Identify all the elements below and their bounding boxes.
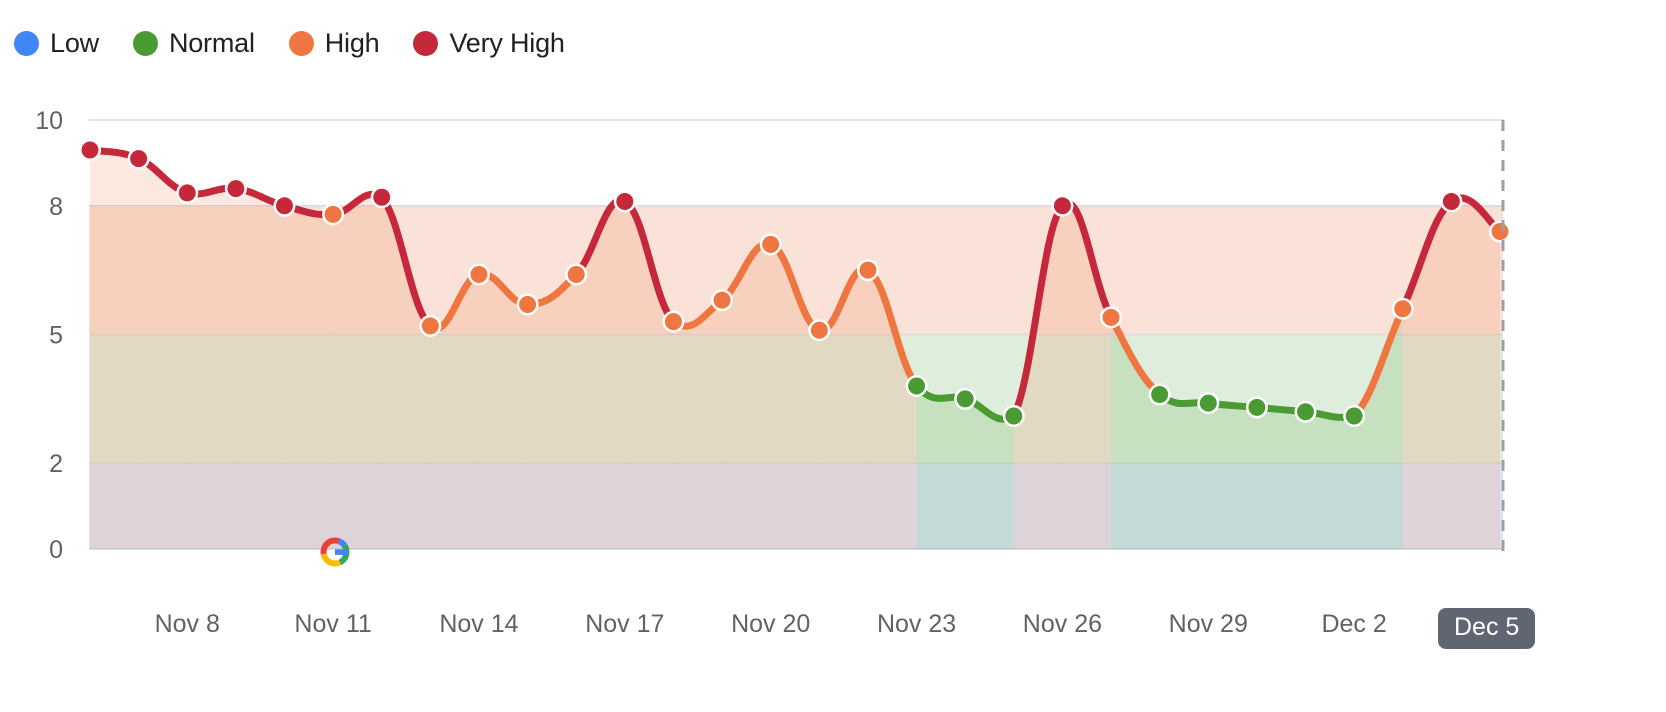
y-axis-labels: 0 2 5 8 10 — [35, 107, 63, 564]
data-point[interactable]: Nov 28: 3.6 — [1151, 386, 1169, 404]
today-date-badge[interactable]: Dec 5 — [1438, 608, 1536, 649]
area-segment — [333, 194, 382, 549]
area-segment — [187, 188, 236, 549]
area-segment — [1256, 407, 1306, 549]
x-axis-tick-label: Nov 17 — [585, 610, 664, 638]
data-point[interactable]: Nov 7: 9.1 — [130, 150, 148, 168]
data-point[interactable]: Nov 6: 9.3 — [81, 141, 99, 159]
y-axis-tick-label: 0 — [49, 536, 63, 564]
data-point[interactable]: Nov 16: 6.4 — [567, 265, 585, 283]
y-axis-tick-label: 2 — [49, 450, 63, 478]
area-segment — [90, 150, 139, 549]
data-point[interactable]: Nov 30: 3.3 — [1248, 398, 1266, 416]
chart-plot-area[interactable]: Nov 6: 9.3 Nov 7: 9.1 Nov 8: 8.3 Nov 9: 8.4… — [0, 0, 1666, 712]
data-point[interactable]: Nov 21: 5.1 — [810, 321, 828, 339]
x-axis-tick-label: Dec 2 — [1321, 610, 1386, 638]
x-axis-tick-label: Nov 14 — [439, 610, 518, 638]
data-point[interactable]: Nov 10: 8 — [275, 197, 293, 215]
x-axis-tick-label: Nov 20 — [731, 610, 810, 638]
y-axis-tick-label: 5 — [49, 322, 63, 350]
data-point[interactable]: Nov 24: 3.5 — [956, 390, 974, 408]
y-axis-tick-label: 8 — [49, 193, 63, 221]
data-point[interactable]: Nov 18: 5.3 — [664, 313, 682, 331]
data-point[interactable]: Nov 23: 3.8 — [908, 377, 926, 395]
data-point[interactable]: Nov 14: 6.4 — [470, 265, 488, 283]
area-segment — [1159, 394, 1209, 549]
area-segment — [478, 274, 528, 549]
google-logo-bar — [335, 549, 348, 555]
area-segment — [138, 158, 188, 550]
x-axis-labels: Nov 8 Nov 11 Nov 14 Nov 17 Nov 20 Nov 23 Nov 2… — [155, 610, 1387, 638]
area-segment — [1305, 411, 1355, 549]
data-point[interactable]: Nov 29: 3.4 — [1199, 394, 1217, 412]
data-point[interactable]: Dec 3: 5.6 — [1394, 300, 1412, 318]
x-axis-tick-label: Nov 11 — [294, 610, 371, 638]
data-point[interactable]: Nov 9: 8.4 — [227, 180, 245, 198]
data-point[interactable]: Nov 19: 5.8 — [713, 291, 731, 309]
area-segment — [235, 188, 285, 549]
data-point[interactable]: Nov 20: 7.1 — [762, 235, 780, 253]
data-point[interactable]: Nov 17: 8.1 — [616, 193, 634, 211]
data-point[interactable]: Nov 26: 8 — [1053, 197, 1071, 215]
google-logo-arc — [337, 538, 347, 548]
area-segment — [916, 385, 966, 549]
x-axis-tick-label: Nov 8 — [155, 610, 220, 638]
data-point[interactable]: Dec 1: 3.2 — [1297, 403, 1315, 421]
area-segment — [1208, 403, 1257, 549]
area-segment — [673, 300, 723, 549]
area-segment — [284, 205, 334, 550]
area-segment — [527, 274, 577, 549]
pollen-index-chart-widget: Low Normal High Very High Nov 6: 9 — [0, 0, 1666, 712]
x-axis-tick-label: Nov 26 — [1023, 610, 1102, 638]
data-point[interactable]: Dec 4: 8.1 — [1442, 193, 1460, 211]
data-point[interactable]: Nov 27: 5.4 — [1102, 308, 1120, 326]
data-point[interactable]: Nov 25: 3.1 — [1005, 407, 1023, 425]
x-axis-tick-label: Nov 23 — [877, 610, 956, 638]
data-point[interactable]: Nov 13: 5.2 — [421, 317, 439, 335]
chart-canvas: Nov 6: 9.3 Nov 7: 9.1 Nov 8: 8.3 Nov 9: 8.4… — [35, 107, 1511, 638]
x-axis-tick-label: Nov 29 — [1169, 610, 1248, 638]
data-point[interactable]: Nov 8: 8.3 — [178, 184, 196, 202]
data-point[interactable]: Nov 12: 8.2 — [373, 188, 391, 206]
area-segment — [1451, 197, 1500, 550]
data-point[interactable]: Nov 15: 5.7 — [519, 295, 537, 313]
data-point[interactable]: Dec 2: 3.1 — [1345, 407, 1363, 425]
y-axis-tick-label: 10 — [35, 107, 63, 135]
google-logo-arc — [320, 553, 342, 567]
data-point[interactable]: Nov 11: 7.8 — [324, 205, 342, 223]
data-point[interactable]: Dec 5: 7.4 — [1491, 223, 1509, 241]
data-point[interactable]: Nov 22: 6.5 — [859, 261, 877, 279]
